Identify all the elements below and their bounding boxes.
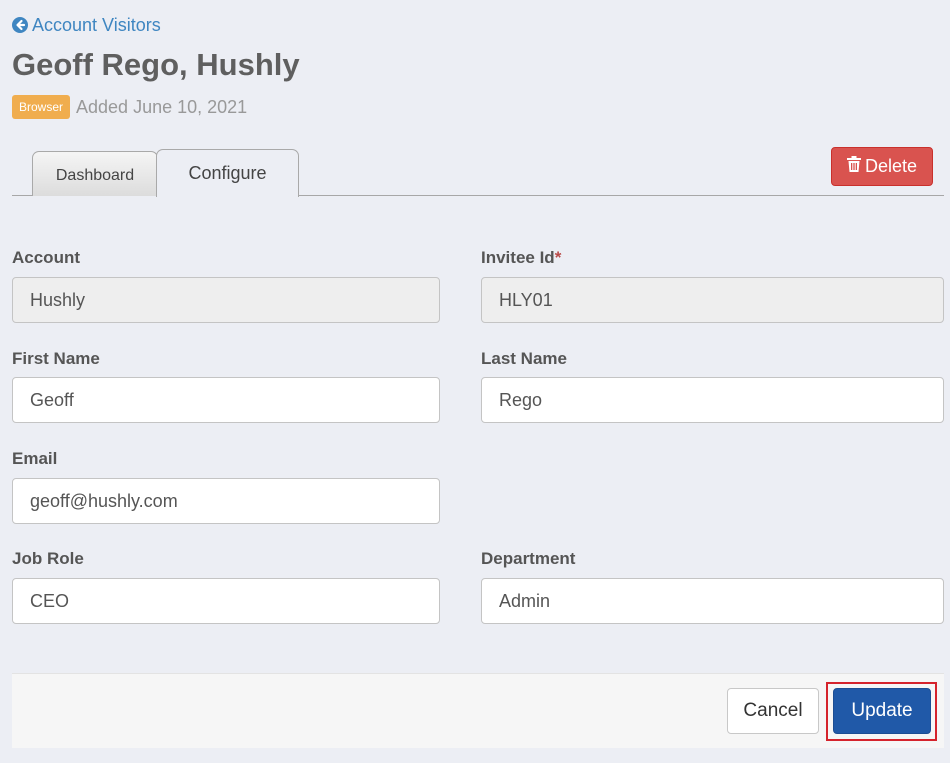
- required-mark: *: [554, 248, 562, 267]
- delete-button[interactable]: Delete: [831, 147, 933, 186]
- department-label: Department: [481, 549, 576, 568]
- tab-configure[interactable]: Configure: [156, 149, 299, 197]
- job-role-field[interactable]: [12, 578, 440, 624]
- email-label: Email: [12, 449, 58, 468]
- trash-icon: [846, 156, 861, 177]
- cancel-button[interactable]: Cancel: [727, 688, 819, 734]
- page-title: Geoff Rego, Hushly: [12, 47, 300, 82]
- back-link-label[interactable]: Account Visitors: [32, 15, 161, 36]
- job-role-label: Job Role: [12, 549, 84, 568]
- tab-dashboard[interactable]: Dashboard: [32, 151, 158, 196]
- department-field[interactable]: [481, 578, 944, 624]
- browser-badge: Browser: [12, 95, 71, 119]
- account-field[interactable]: [12, 277, 440, 323]
- meta-row: Browser Added June 10, 2021: [12, 95, 247, 119]
- update-button[interactable]: Update: [833, 688, 931, 734]
- invitee-id-field[interactable]: [481, 277, 944, 323]
- last-name-label: Last Name: [481, 349, 567, 368]
- email-field[interactable]: [12, 478, 440, 524]
- invitee-id-label-text: Invitee Id: [481, 248, 555, 267]
- added-date: Added June 10, 2021: [76, 96, 248, 117]
- first-name-label: First Name: [12, 349, 100, 368]
- invitee-id-label: Invitee Id*: [481, 248, 561, 268]
- delete-button-label: Delete: [864, 156, 918, 176]
- account-label: Account: [12, 248, 80, 267]
- circle-arrow-left-icon: [12, 17, 28, 33]
- last-name-field[interactable]: [481, 377, 944, 423]
- first-name-field[interactable]: [12, 377, 440, 423]
- back-link-account-visitors[interactable]: Account Visitors: [12, 13, 161, 37]
